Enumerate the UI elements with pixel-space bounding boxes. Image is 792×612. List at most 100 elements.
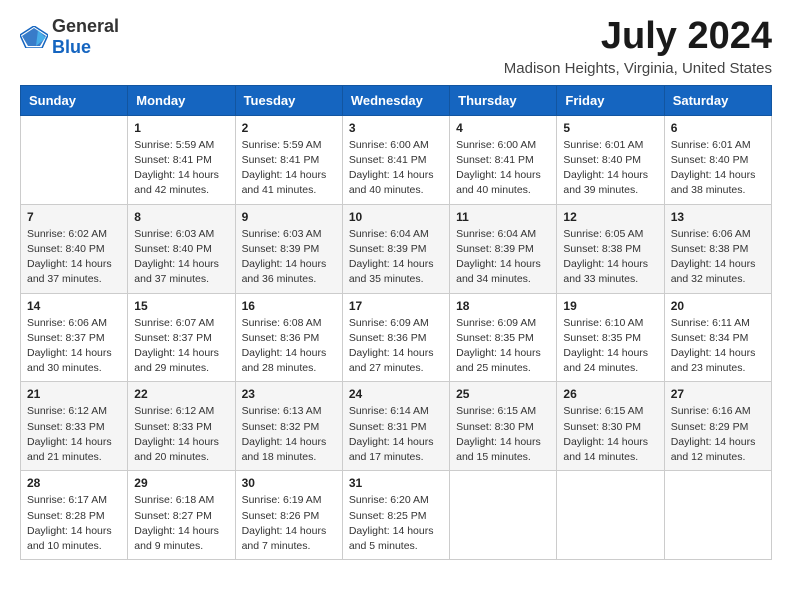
cell-date: 2 bbox=[242, 121, 336, 135]
day-header-sunday: Sunday bbox=[21, 85, 128, 115]
calendar-cell: 13 Sunrise: 6:06 AMSunset: 8:38 PMDayligh… bbox=[664, 204, 771, 293]
calendar-cell: 22Sunrise: 6:12 AMSunset: 8:33 PMDayligh… bbox=[128, 382, 235, 471]
cell-date: 10 bbox=[349, 210, 443, 224]
cell-info: Sunrise: 6:06 AMSunset: 8:38 PMDaylight:… bbox=[671, 227, 765, 288]
calendar-cell: 20 Sunrise: 6:11 AMSunset: 8:34 PMDayligh… bbox=[664, 293, 771, 382]
cell-info: Sunrise: 6:01 AMSunset: 8:40 PMDaylight:… bbox=[671, 138, 765, 199]
cell-info: Sunrise: 6:09 AMSunset: 8:36 PMDaylight:… bbox=[349, 316, 443, 377]
calendar-cell: 10 Sunrise: 6:04 AMSunset: 8:39 PMDayligh… bbox=[342, 204, 449, 293]
week-row-2: 7 Sunrise: 6:02 AMSunset: 8:40 PMDaylight… bbox=[21, 204, 772, 293]
day-header-tuesday: Tuesday bbox=[235, 85, 342, 115]
cell-date: 21 bbox=[27, 387, 121, 401]
calendar-cell: 6 Sunrise: 6:01 AMSunset: 8:40 PMDaylight… bbox=[664, 115, 771, 204]
calendar-cell: 26 Sunrise: 6:15 AMSunset: 8:30 PMDayligh… bbox=[557, 382, 664, 471]
day-header-wednesday: Wednesday bbox=[342, 85, 449, 115]
cell-date: 6 bbox=[671, 121, 765, 135]
calendar-cell bbox=[557, 471, 664, 560]
calendar-cell bbox=[664, 471, 771, 560]
cell-date: 24 bbox=[349, 387, 443, 401]
calendar-cell: 29Sunrise: 6:18 AMSunset: 8:27 PMDayligh… bbox=[128, 471, 235, 560]
cell-date: 11 bbox=[456, 210, 550, 224]
cell-date: 15 bbox=[134, 299, 228, 313]
cell-info: Sunrise: 6:03 AMSunset: 8:40 PMDaylight:… bbox=[134, 227, 228, 288]
cell-info: Sunrise: 6:13 AMSunset: 8:32 PMDaylight:… bbox=[242, 404, 336, 465]
calendar-table: SundayMondayTuesdayWednesdayThursdayFrid… bbox=[20, 85, 772, 560]
subtitle: Madison Heights, Virginia, United States bbox=[504, 60, 772, 77]
calendar-cell: 24Sunrise: 6:14 AMSunset: 8:31 PMDayligh… bbox=[342, 382, 449, 471]
cell-date: 20 bbox=[671, 299, 765, 313]
cell-info: Sunrise: 6:15 AMSunset: 8:30 PMDaylight:… bbox=[456, 404, 550, 465]
page-header: General Blue July 2024 Madison Heights, … bbox=[20, 16, 772, 77]
calendar-cell: 12 Sunrise: 6:05 AMSunset: 8:38 PMDayligh… bbox=[557, 204, 664, 293]
cell-info: Sunrise: 6:01 AMSunset: 8:40 PMDaylight:… bbox=[563, 138, 657, 199]
calendar-cell: 27 Sunrise: 6:16 AMSunset: 8:29 PMDayligh… bbox=[664, 382, 771, 471]
cell-date: 13 bbox=[671, 210, 765, 224]
calendar-body: 1 Sunrise: 5:59 AMSunset: 8:41 PMDaylight… bbox=[21, 115, 772, 559]
cell-date: 28 bbox=[27, 476, 121, 490]
cell-info: Sunrise: 6:17 AMSunset: 8:28 PMDaylight:… bbox=[27, 493, 121, 554]
day-header-friday: Friday bbox=[557, 85, 664, 115]
calendar-cell: 28 Sunrise: 6:17 AMSunset: 8:28 PMDayligh… bbox=[21, 471, 128, 560]
calendar-cell: 18 Sunrise: 6:09 AMSunset: 8:35 PMDayligh… bbox=[450, 293, 557, 382]
calendar-cell bbox=[21, 115, 128, 204]
day-header-saturday: Saturday bbox=[664, 85, 771, 115]
cell-date: 3 bbox=[349, 121, 443, 135]
cell-date: 1 bbox=[134, 121, 228, 135]
cell-info: Sunrise: 6:04 AMSunset: 8:39 PMDaylight:… bbox=[456, 227, 550, 288]
cell-date: 27 bbox=[671, 387, 765, 401]
cell-date: 25 bbox=[456, 387, 550, 401]
cell-info: Sunrise: 6:18 AMSunset: 8:27 PMDaylight:… bbox=[134, 493, 228, 554]
cell-info: Sunrise: 6:10 AMSunset: 8:35 PMDaylight:… bbox=[563, 316, 657, 377]
calendar-cell: 5 Sunrise: 6:01 AMSunset: 8:40 PMDaylight… bbox=[557, 115, 664, 204]
logo: General Blue bbox=[20, 16, 119, 58]
cell-info: Sunrise: 6:00 AMSunset: 8:41 PMDaylight:… bbox=[349, 138, 443, 199]
logo-general: General bbox=[52, 16, 119, 36]
cell-date: 22 bbox=[134, 387, 228, 401]
main-title: July 2024 bbox=[504, 16, 772, 58]
logo-blue: Blue bbox=[52, 37, 91, 57]
calendar-cell: 21Sunrise: 6:12 AMSunset: 8:33 PMDayligh… bbox=[21, 382, 128, 471]
logo-icon bbox=[20, 26, 48, 48]
cell-date: 17 bbox=[349, 299, 443, 313]
calendar-cell: 7 Sunrise: 6:02 AMSunset: 8:40 PMDaylight… bbox=[21, 204, 128, 293]
week-row-4: 21Sunrise: 6:12 AMSunset: 8:33 PMDayligh… bbox=[21, 382, 772, 471]
cell-info: Sunrise: 6:16 AMSunset: 8:29 PMDaylight:… bbox=[671, 404, 765, 465]
cell-date: 5 bbox=[563, 121, 657, 135]
cell-date: 18 bbox=[456, 299, 550, 313]
week-row-5: 28 Sunrise: 6:17 AMSunset: 8:28 PMDayligh… bbox=[21, 471, 772, 560]
cell-info: Sunrise: 5:59 AMSunset: 8:41 PMDaylight:… bbox=[134, 138, 228, 199]
cell-info: Sunrise: 6:02 AMSunset: 8:40 PMDaylight:… bbox=[27, 227, 121, 288]
calendar-cell: 17 Sunrise: 6:09 AMSunset: 8:36 PMDayligh… bbox=[342, 293, 449, 382]
header-row: SundayMondayTuesdayWednesdayThursdayFrid… bbox=[21, 85, 772, 115]
cell-info: Sunrise: 5:59 AMSunset: 8:41 PMDaylight:… bbox=[242, 138, 336, 199]
cell-info: Sunrise: 6:04 AMSunset: 8:39 PMDaylight:… bbox=[349, 227, 443, 288]
cell-info: Sunrise: 6:15 AMSunset: 8:30 PMDaylight:… bbox=[563, 404, 657, 465]
calendar-cell: 4Sunrise: 6:00 AMSunset: 8:41 PMDaylight… bbox=[450, 115, 557, 204]
week-row-3: 14Sunrise: 6:06 AMSunset: 8:37 PMDayligh… bbox=[21, 293, 772, 382]
cell-date: 19 bbox=[563, 299, 657, 313]
calendar-cell: 11 Sunrise: 6:04 AMSunset: 8:39 PMDayligh… bbox=[450, 204, 557, 293]
cell-info: Sunrise: 6:00 AMSunset: 8:41 PMDaylight:… bbox=[456, 138, 550, 199]
calendar-cell: 3 Sunrise: 6:00 AMSunset: 8:41 PMDaylight… bbox=[342, 115, 449, 204]
logo-text: General Blue bbox=[52, 16, 119, 58]
title-section: July 2024 Madison Heights, Virginia, Uni… bbox=[504, 16, 772, 77]
calendar-cell: 30Sunrise: 6:19 AMSunset: 8:26 PMDayligh… bbox=[235, 471, 342, 560]
cell-date: 26 bbox=[563, 387, 657, 401]
cell-date: 30 bbox=[242, 476, 336, 490]
cell-date: 12 bbox=[563, 210, 657, 224]
cell-date: 23 bbox=[242, 387, 336, 401]
cell-date: 7 bbox=[27, 210, 121, 224]
cell-info: Sunrise: 6:06 AMSunset: 8:37 PMDaylight:… bbox=[27, 316, 121, 377]
cell-date: 9 bbox=[242, 210, 336, 224]
cell-date: 31 bbox=[349, 476, 443, 490]
calendar-cell: 16Sunrise: 6:08 AMSunset: 8:36 PMDayligh… bbox=[235, 293, 342, 382]
cell-info: Sunrise: 6:11 AMSunset: 8:34 PMDaylight:… bbox=[671, 316, 765, 377]
cell-info: Sunrise: 6:09 AMSunset: 8:35 PMDaylight:… bbox=[456, 316, 550, 377]
cell-info: Sunrise: 6:20 AMSunset: 8:25 PMDaylight:… bbox=[349, 493, 443, 554]
cell-info: Sunrise: 6:05 AMSunset: 8:38 PMDaylight:… bbox=[563, 227, 657, 288]
day-header-thursday: Thursday bbox=[450, 85, 557, 115]
cell-date: 16 bbox=[242, 299, 336, 313]
calendar-cell: 15Sunrise: 6:07 AMSunset: 8:37 PMDayligh… bbox=[128, 293, 235, 382]
calendar-cell: 2 Sunrise: 5:59 AMSunset: 8:41 PMDaylight… bbox=[235, 115, 342, 204]
calendar-header: SundayMondayTuesdayWednesdayThursdayFrid… bbox=[21, 85, 772, 115]
